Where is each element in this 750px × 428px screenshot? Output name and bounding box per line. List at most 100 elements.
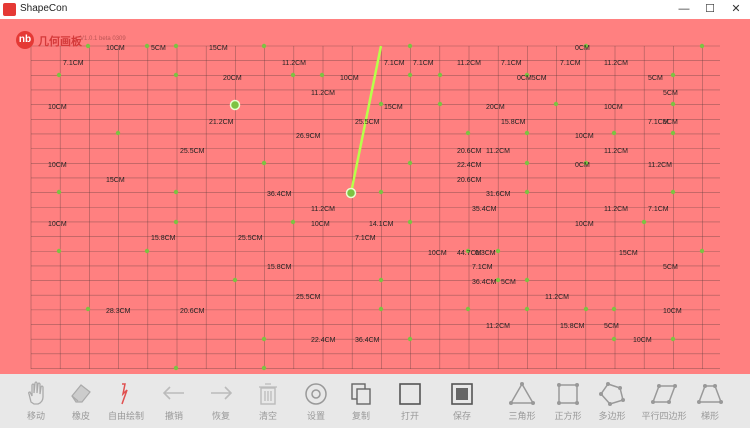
measurement-label: 0CM	[575, 162, 590, 169]
vertex-point	[699, 248, 705, 254]
measurement-label: 0.3CM	[475, 250, 496, 257]
measurement-label: 7.1CM	[63, 60, 84, 67]
measurement-label: 35.4CM	[472, 206, 497, 213]
measurement-label: 11.2CM	[486, 323, 510, 330]
tool-square-outline-button[interactable]: 打开	[382, 374, 438, 428]
measurement-label: 11.2CM	[604, 148, 628, 155]
measurement-label: 5CM	[151, 45, 166, 52]
measurement-label: 15CM	[209, 45, 228, 52]
measurement-label: 7.1CM	[384, 60, 405, 67]
vertex-point	[85, 306, 91, 312]
vertex-point	[465, 306, 471, 312]
measurement-label: 21.2CM	[209, 119, 234, 126]
vertex-point	[437, 101, 443, 107]
grid-layer	[30, 43, 720, 371]
measurement-label: 20.6CM	[180, 308, 205, 315]
measurement-label: 11.2CM	[604, 206, 628, 213]
vertex-point	[290, 72, 296, 78]
polygon-icon	[599, 382, 625, 406]
measurement-label: 7.1CM	[560, 60, 581, 67]
parallelogram-icon	[651, 384, 677, 404]
logo-text: 几何画板	[38, 36, 82, 48]
measurement-label: 36.4CM	[355, 337, 380, 344]
vertex-point	[319, 72, 325, 78]
square-icon	[557, 383, 579, 405]
vertex-point	[290, 219, 296, 225]
measurement-label: 10CM	[633, 337, 652, 344]
vertex-point	[670, 101, 676, 107]
window-title: ShapeCon	[20, 3, 68, 14]
vertex-point	[261, 365, 267, 371]
vertex-point	[611, 336, 617, 342]
vertex-point	[56, 248, 62, 254]
vertex-point	[144, 248, 150, 254]
vertex-point	[699, 43, 705, 49]
measurement-label: 22.4CM	[311, 337, 336, 344]
segment-endpoint	[229, 99, 241, 111]
square-outline-icon	[399, 383, 421, 405]
measurement-label: 10CM	[106, 45, 125, 52]
vertex-point	[583, 306, 589, 312]
measurement-label: 7.1CM	[501, 60, 522, 67]
measurement-label: 10CM	[48, 104, 67, 111]
measurement-label: 11.2CM	[311, 206, 335, 213]
measurement-label: 0CM5CM	[517, 75, 547, 82]
vertex-point	[407, 43, 413, 49]
pencil-icon	[121, 383, 128, 405]
measurement-label: 36.4CM	[267, 191, 292, 198]
tool-label: 复制	[351, 411, 370, 421]
measurement-label: 20.6CM	[457, 177, 482, 184]
vertex-point	[173, 365, 179, 371]
segment-endpoint	[345, 187, 357, 199]
vertex-point	[261, 336, 267, 342]
tool-trapezoid-button[interactable]: 梯形	[682, 374, 738, 428]
vertex-point	[173, 189, 179, 195]
measurement-label: 7.1CM	[355, 235, 376, 242]
vertex-point	[437, 72, 443, 78]
measurement-label: 10CM	[575, 221, 594, 228]
vertex-point	[173, 219, 179, 225]
measurement-label: 10CM	[428, 250, 447, 257]
vertex-point	[670, 72, 676, 78]
measurement-label: 15CM	[619, 250, 638, 257]
measurement-label: 10CM	[663, 308, 682, 315]
measurement-label: 5CM	[604, 323, 619, 330]
measurement-label: 20CM	[223, 75, 242, 82]
tool-copy-button[interactable]: 复制	[333, 374, 389, 428]
close-button[interactable]: ✕	[722, 1, 750, 17]
measurement-label: 15.8CM	[501, 119, 526, 126]
minimize-button[interactable]: —	[670, 1, 698, 17]
vertex-point	[378, 306, 384, 312]
measurement-label: 5CM	[501, 279, 516, 286]
measurement-label: 26.9CM	[296, 133, 321, 140]
measurement-label: 11.2CM	[486, 148, 510, 155]
measurement-label: 20.6CM	[457, 148, 482, 155]
measurement-label: 20CM	[486, 104, 505, 111]
measurement-label: 10CM	[311, 221, 330, 228]
measurement-label: 15.8CM	[267, 264, 292, 271]
tool-square-filled-button[interactable]: 保存	[434, 374, 490, 428]
measurement-label: 11.2CM	[311, 90, 335, 97]
measurement-label: 11.2CM	[604, 60, 628, 67]
tool-bar: 移动 橡皮 自由绘制 撤销 恢复 清空 设置 复制 打开 保存 三角形 正方形 多边形 平行四边形 梯形	[0, 374, 750, 428]
vertex-point	[261, 43, 267, 49]
measurement-label: 31.6CM	[486, 191, 511, 198]
vertex-point	[524, 277, 530, 283]
tool-polygon-button[interactable]: 多边形	[584, 374, 640, 428]
vertex-point	[261, 160, 267, 166]
tool-label: 保存	[452, 411, 471, 421]
vertex-point	[378, 101, 384, 107]
measurement-label: 7.1CM	[648, 206, 669, 213]
drawing-canvas[interactable]: nb 几何画板 V1.0.1 beta 0309 10CM 5CM 15CM 0CM 7…	[0, 19, 750, 374]
vertex-point	[611, 306, 617, 312]
vertex-point	[524, 160, 530, 166]
vertex-point	[378, 189, 384, 195]
maximize-button[interactable]: ☐	[696, 1, 724, 17]
vertex-point	[232, 277, 238, 283]
title-bar: ShapeCon — ☐ ✕	[0, 0, 750, 20]
trash-icon	[259, 383, 277, 405]
measurement-label: 11.2CM	[457, 60, 481, 67]
vertex-point	[524, 189, 530, 195]
measurement-label: 25.5CM	[238, 235, 263, 242]
hand-icon	[28, 381, 44, 405]
